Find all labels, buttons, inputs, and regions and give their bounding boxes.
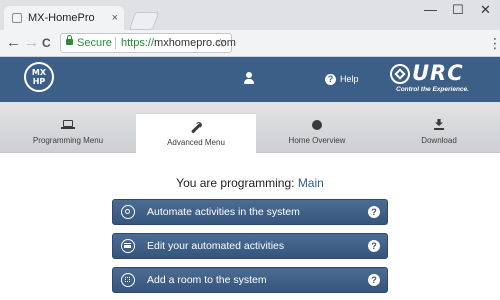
tab-label: Advanced Menu [167,138,225,147]
secure-label: Secure [77,37,112,49]
action-label: Add a room to the system [147,274,267,286]
download-icon [378,119,500,131]
tab-programming-menu[interactable]: Programming Menu [0,102,136,152]
browser-tab[interactable]: MX-HomePro Editor × [4,6,124,48]
tab-label: Programming Menu [32,136,104,145]
address-bar[interactable]: Secure https://mxhomepro.com ☆ [60,33,236,53]
help-icon[interactable]: ? [325,74,336,85]
programming-mode: Main [297,176,324,190]
room-icon [121,273,135,287]
help-icon[interactable]: ? [368,240,380,252]
reload-icon[interactable]: C [42,34,51,52]
target-icon [121,205,135,219]
logo-line-2: HP [32,77,46,86]
wrench-icon [136,122,256,134]
help-link[interactable]: Help [340,73,359,86]
url-protocol: https:// [121,37,155,49]
close-window-icon[interactable]: ✕ [480,2,491,18]
maximize-window-icon[interactable]: ☐ [452,2,464,18]
address-separator [115,37,116,49]
edit-automated-activities-button[interactable]: Edit your automated activities ? [112,233,388,259]
tab-label: Home Overview [288,136,346,145]
tab-advanced-menu[interactable]: Advanced Menu [136,114,256,153]
browser-menu-icon[interactable]: ⋮ [488,34,500,52]
mxhp-logo[interactable]: MX HP [24,62,54,92]
programming-heading: You are programming: Main [0,176,500,190]
urc-logo: URC Control the Experience. [390,61,492,98]
tab-close-icon[interactable]: × [112,6,118,30]
browser-toolbar: ← → C Secure https://mxhomepro.com ☆ [0,30,500,57]
user-icon-body [244,79,254,84]
urc-emblem-icon [390,64,410,84]
lock-icon [66,35,73,45]
new-tab-button[interactable] [128,12,160,30]
action-label: Edit your automated activities [147,240,285,252]
urc-tagline: Control the Experience. [396,86,469,93]
globe-icon [256,119,378,131]
back-icon[interactable]: ← [6,34,21,52]
automate-activities-button[interactable]: Automate activities in the system ? [112,199,388,225]
action-label: Automate activities in the system [147,206,300,218]
tab-download[interactable]: Download [378,102,500,152]
minimize-window-icon[interactable]: — [424,2,437,17]
page-favicon-icon [12,13,22,23]
browser-tabstrip: MX-HomePro Editor × — ☐ ✕ [0,0,500,48]
logo-line-1: MX [31,68,47,77]
list-icon [121,239,135,253]
tab-home-overview[interactable]: Home Overview [256,102,378,152]
help-icon[interactable]: ? [368,274,380,286]
laptop-icon [0,119,136,131]
heading-prefix: You are programming: [176,176,295,190]
bookmark-star-icon[interactable]: ☆ [215,34,226,52]
tab-label: Download [421,136,457,145]
help-icon[interactable]: ? [368,206,380,218]
user-icon-head [246,72,252,78]
urc-brand-word: URC [412,61,464,85]
add-room-button[interactable]: Add a room to the system ? [112,267,388,293]
forward-icon[interactable]: → [24,34,39,52]
